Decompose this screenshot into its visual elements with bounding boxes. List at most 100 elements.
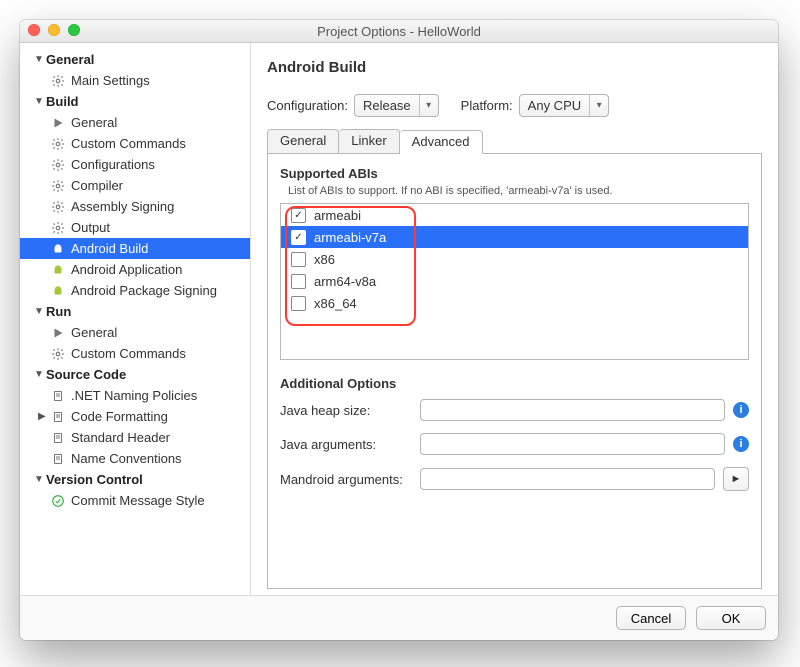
abi-checkbox[interactable] bbox=[291, 296, 306, 311]
abi-list[interactable]: ✓ armeabi ✓ armeabi-v7a x86 arm64-v8a x86_64 bbox=[280, 203, 749, 360]
tree-item[interactable]: Standard Header bbox=[20, 427, 250, 448]
window-title: Project Options - HelloWorld bbox=[20, 24, 778, 39]
abi-row[interactable]: arm64-v8a bbox=[281, 270, 748, 292]
tree-item[interactable]: Compiler bbox=[20, 175, 250, 196]
abi-row[interactable]: x86_64 bbox=[281, 292, 748, 314]
android-icon bbox=[50, 262, 66, 278]
android-icon bbox=[50, 241, 66, 257]
disclosure-triangle-icon: ▼ bbox=[34, 96, 44, 107]
tree-item[interactable]: .NET Naming Policies bbox=[20, 385, 250, 406]
configuration-label: Configuration: bbox=[267, 98, 348, 113]
tree-section[interactable]: ▼General bbox=[20, 49, 250, 70]
tree-item-label: Configurations bbox=[71, 157, 155, 172]
tree-item[interactable]: Android Package Signing bbox=[20, 280, 250, 301]
tree-item-label: Android Package Signing bbox=[71, 283, 217, 298]
project-options-window: Project Options - HelloWorld ▼GeneralMai… bbox=[20, 20, 778, 640]
tree-item[interactable]: Name Conventions bbox=[20, 448, 250, 469]
abi-checkbox[interactable]: ✓ bbox=[291, 208, 306, 223]
tree-item[interactable]: ▶ Code Formatting bbox=[20, 406, 250, 427]
tree-item[interactable]: Custom Commands bbox=[20, 133, 250, 154]
abi-label: x86 bbox=[314, 252, 335, 267]
java-heap-input[interactable] bbox=[420, 399, 725, 421]
tree-item[interactable]: Custom Commands bbox=[20, 343, 250, 364]
abi-checkbox[interactable] bbox=[291, 274, 306, 289]
disclosure-triangle-icon: ▼ bbox=[34, 54, 44, 65]
minimize-window-button[interactable] bbox=[48, 24, 60, 36]
tree-section[interactable]: ▼Build bbox=[20, 91, 250, 112]
tree-item-label: Commit Message Style bbox=[71, 493, 205, 508]
mandroid-args-input[interactable] bbox=[420, 468, 715, 490]
abi-label: arm64-v8a bbox=[314, 274, 376, 289]
options-tree[interactable]: ▼GeneralMain Settings▼BuildGeneralCustom… bbox=[20, 43, 251, 595]
tree-item-label: Assembly Signing bbox=[71, 199, 174, 214]
supported-abis-subtext: List of ABIs to support. If no ABI is sp… bbox=[288, 185, 749, 197]
tree-item-label: Compiler bbox=[71, 178, 123, 193]
mandroid-args-browse-button[interactable]: ► bbox=[723, 467, 749, 491]
tree-section[interactable]: ▼Source Code bbox=[20, 364, 250, 385]
tree-item-label: General bbox=[71, 325, 117, 340]
tab-advanced[interactable]: Advanced bbox=[400, 130, 483, 154]
abi-label: x86_64 bbox=[314, 296, 357, 311]
tree-item-label: Code Formatting bbox=[71, 409, 168, 424]
page-heading: Android Build bbox=[267, 59, 762, 76]
tree-section[interactable]: ▼Run bbox=[20, 301, 250, 322]
tree-item-label: Android Build bbox=[71, 241, 148, 256]
tree-item[interactable]: Android Build bbox=[20, 238, 250, 259]
abi-row[interactable]: x86 bbox=[281, 248, 748, 270]
tree-item-label: General bbox=[71, 115, 117, 130]
tree-item-label: Android Application bbox=[71, 262, 182, 277]
tree-item-label: .NET Naming Policies bbox=[71, 388, 197, 403]
tree-item[interactable]: General bbox=[20, 112, 250, 133]
gear-icon bbox=[50, 199, 66, 215]
info-icon[interactable]: i bbox=[733, 436, 749, 452]
configuration-select[interactable]: Release ▾ bbox=[354, 94, 439, 117]
disclosure-triangle-icon: ▼ bbox=[34, 306, 44, 317]
platform-select[interactable]: Any CPU ▾ bbox=[519, 94, 609, 117]
doc-icon bbox=[50, 430, 66, 446]
supported-abis-heading: Supported ABIs bbox=[280, 166, 749, 181]
chevron-down-icon: ▾ bbox=[419, 95, 438, 116]
tree-item-label: Output bbox=[71, 220, 110, 235]
gear-icon bbox=[50, 178, 66, 194]
ok-button[interactable]: OK bbox=[696, 606, 766, 630]
java-args-input[interactable] bbox=[420, 433, 725, 455]
chevron-down-icon: ▾ bbox=[589, 95, 608, 116]
android-icon bbox=[50, 283, 66, 299]
disclosure-triangle-icon: ▶ bbox=[38, 411, 48, 422]
abi-label: armeabi-v7a bbox=[314, 230, 386, 245]
tree-item-label: Standard Header bbox=[71, 430, 170, 445]
tree-item[interactable]: Configurations bbox=[20, 154, 250, 175]
doc-icon bbox=[50, 451, 66, 467]
cancel-button[interactable]: Cancel bbox=[616, 606, 686, 630]
tree-item[interactable]: Android Application bbox=[20, 259, 250, 280]
tree-item[interactable]: Output bbox=[20, 217, 250, 238]
tree-section[interactable]: ▼Version Control bbox=[20, 469, 250, 490]
tree-item-label: Name Conventions bbox=[71, 451, 182, 466]
additional-options-heading: Additional Options bbox=[280, 376, 749, 391]
tree-item[interactable]: Commit Message Style bbox=[20, 490, 250, 511]
info-icon[interactable]: i bbox=[733, 402, 749, 418]
doc-icon bbox=[50, 388, 66, 404]
tab-general[interactable]: General bbox=[267, 129, 339, 153]
abi-row[interactable]: ✓ armeabi-v7a bbox=[281, 226, 748, 248]
tree-item-label: Main Settings bbox=[71, 73, 150, 88]
disclosure-triangle-icon: ▼ bbox=[34, 474, 44, 485]
tree-item[interactable]: Main Settings bbox=[20, 70, 250, 91]
titlebar: Project Options - HelloWorld bbox=[20, 20, 778, 43]
play-icon bbox=[50, 115, 66, 131]
dialog-footer: Cancel OK bbox=[20, 595, 778, 640]
zoom-window-button[interactable] bbox=[68, 24, 80, 36]
abi-checkbox[interactable] bbox=[291, 252, 306, 267]
java-heap-label: Java heap size: bbox=[280, 403, 412, 418]
close-window-button[interactable] bbox=[28, 24, 40, 36]
gear-icon bbox=[50, 136, 66, 152]
abi-label: armeabi bbox=[314, 208, 361, 223]
abi-checkbox[interactable]: ✓ bbox=[291, 230, 306, 245]
tree-item[interactable]: Assembly Signing bbox=[20, 196, 250, 217]
gear-icon bbox=[50, 346, 66, 362]
abi-row[interactable]: ✓ armeabi bbox=[281, 204, 748, 226]
tab-linker[interactable]: Linker bbox=[339, 129, 399, 153]
tree-item[interactable]: General bbox=[20, 322, 250, 343]
gear-icon bbox=[50, 73, 66, 89]
platform-label: Platform: bbox=[461, 98, 513, 113]
